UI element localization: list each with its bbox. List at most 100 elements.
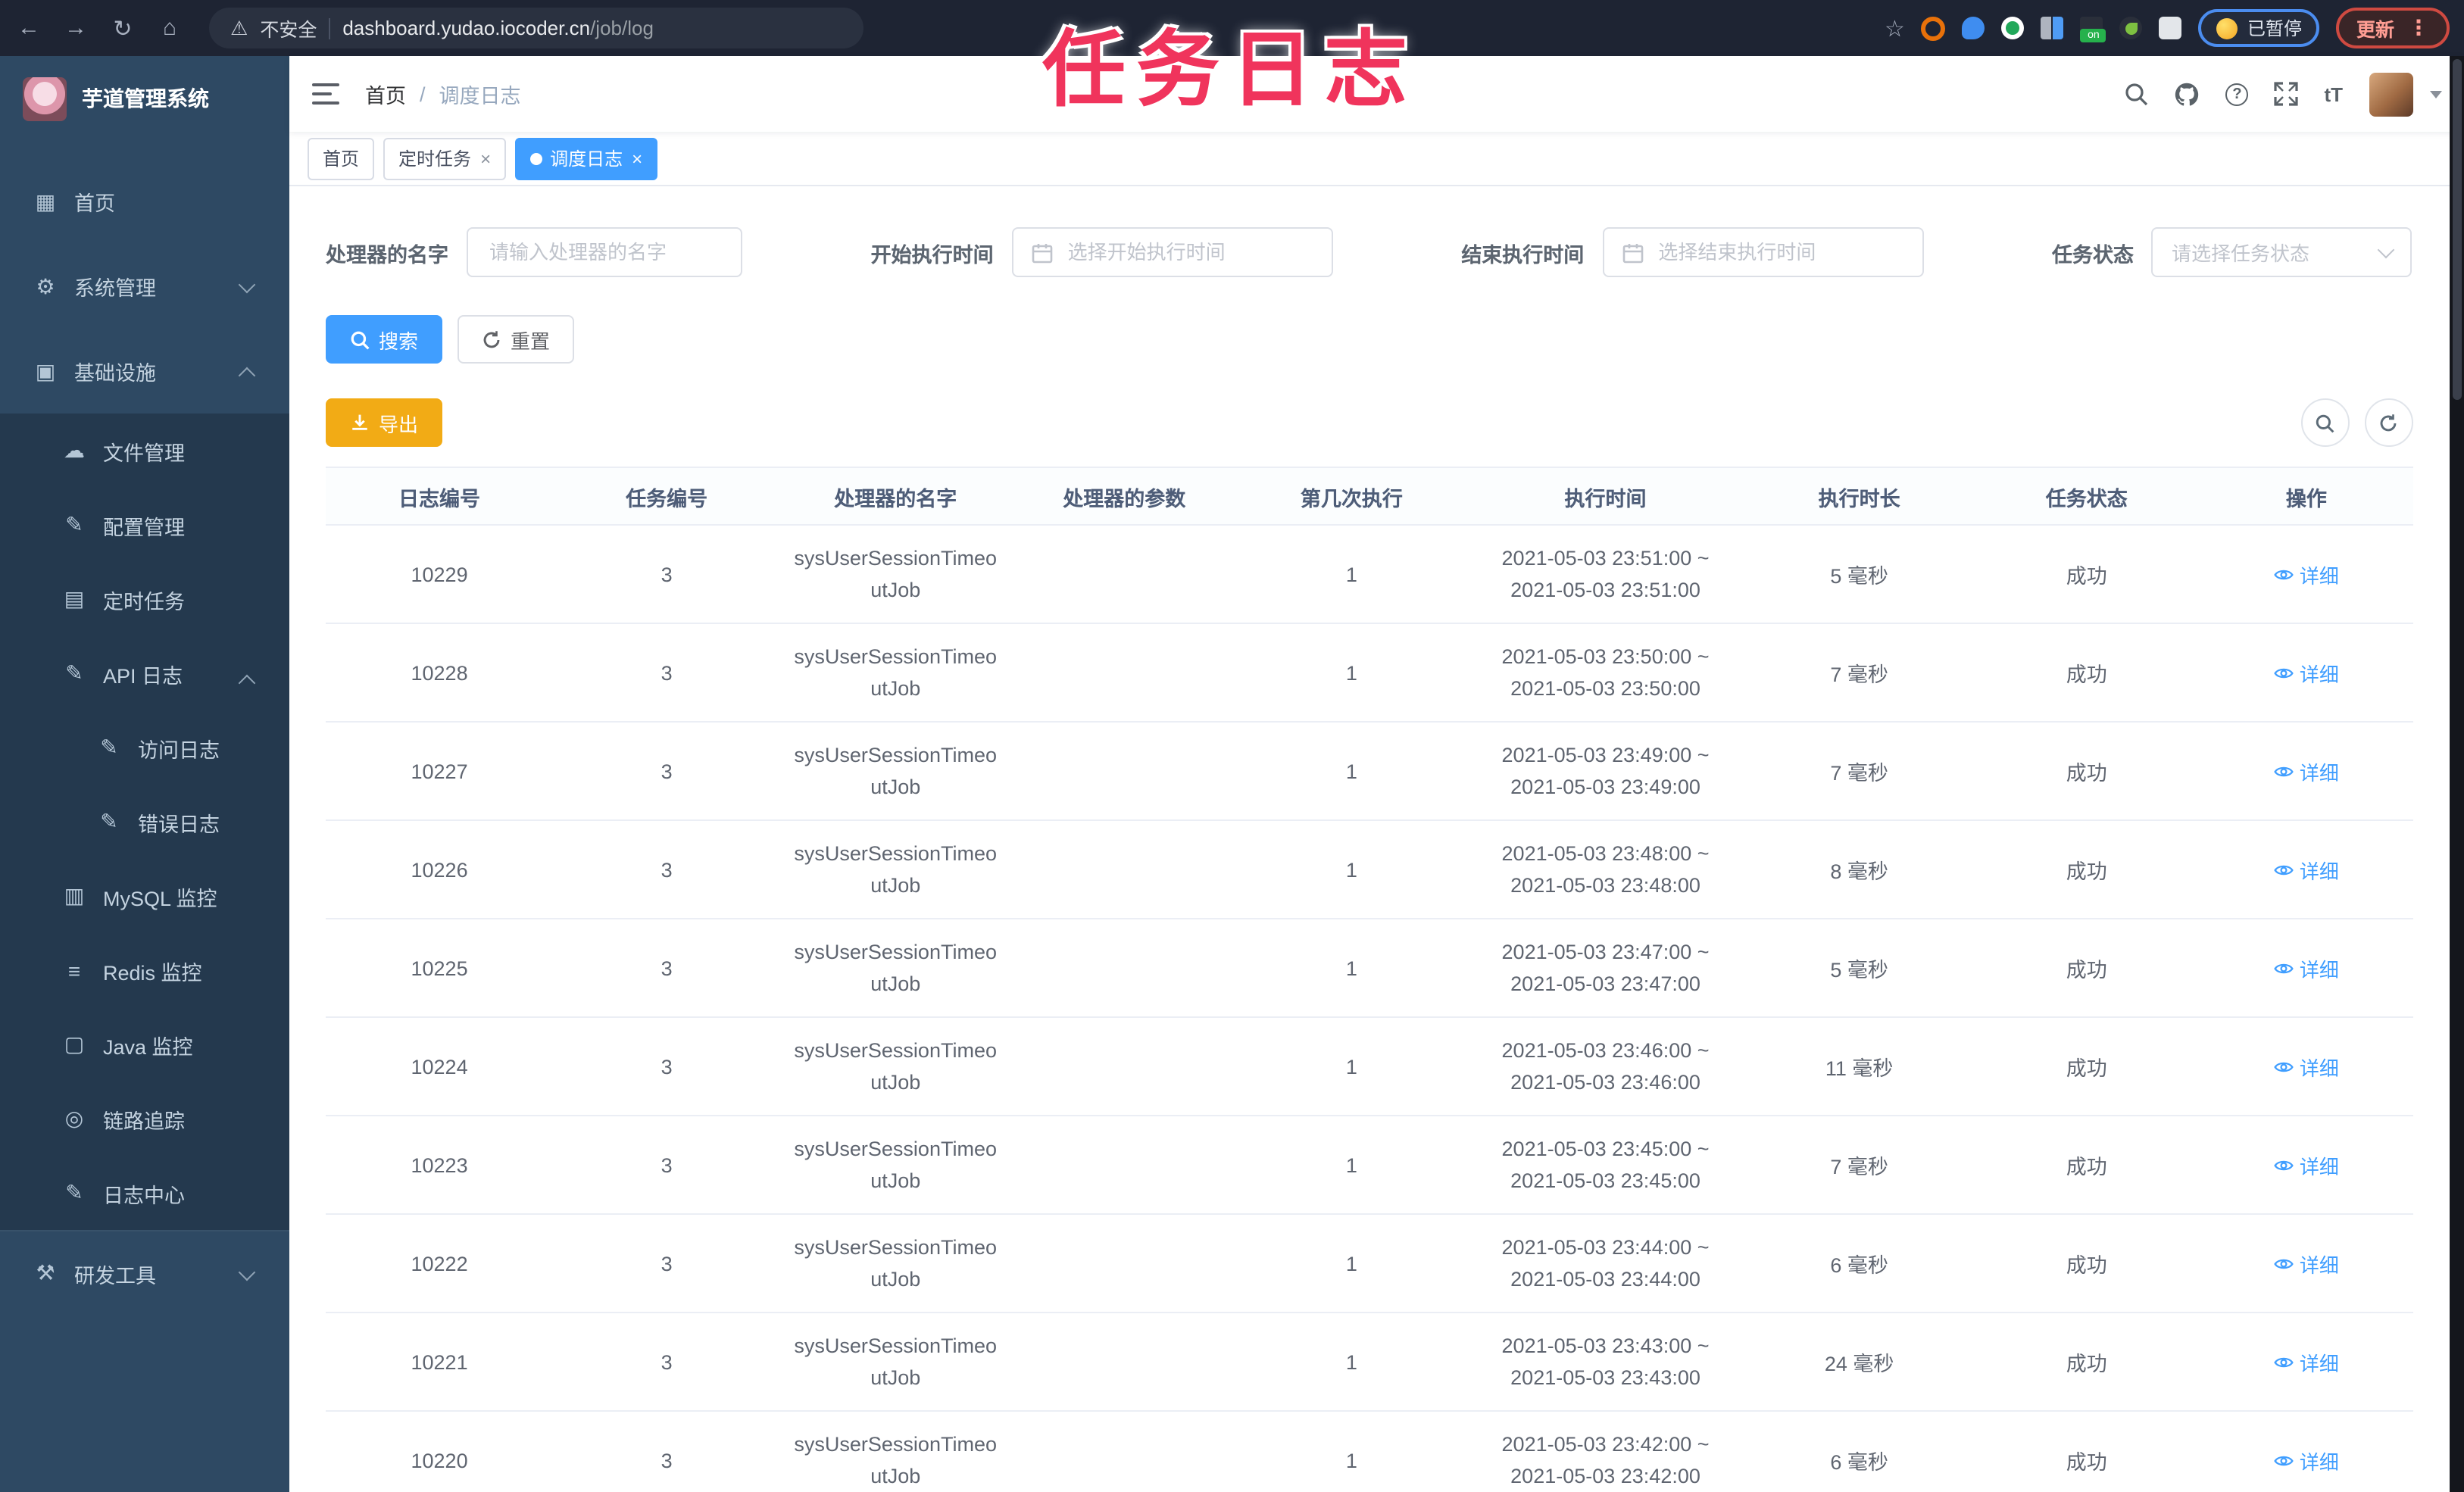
extension-leaf-icon[interactable] (2119, 17, 2143, 39)
detail-link[interactable]: 详细 (2274, 560, 2339, 588)
sidebar-item-错误日志[interactable]: ✎ 错误日志 (0, 785, 289, 859)
sidebar-item-链路追踪[interactable]: ◎ 链路追踪 (0, 1082, 289, 1156)
sidebar-item-研发工具[interactable]: ⚒ 研发工具 (0, 1230, 289, 1315)
log-id-cell: 10226 (326, 820, 554, 919)
address-bar[interactable]: ⚠ 不安全 dashboard.yudao.iocoder.cn/job/log (209, 8, 863, 48)
param-cell (1010, 1411, 1238, 1492)
reload-icon[interactable]: ↻ (109, 14, 136, 42)
extension-blue-icon[interactable] (1962, 17, 1985, 39)
search-button[interactable]: 搜索 (326, 315, 443, 364)
sidebar-item-系统管理[interactable]: ⚙ 系统管理 (0, 244, 289, 329)
show-search-button[interactable] (2300, 398, 2349, 447)
breadcrumb-home[interactable]: 首页 (365, 79, 406, 109)
sidebar-item-Java 监控[interactable]: ▢ Java 监控 (0, 1007, 289, 1082)
extension-orange-icon[interactable] (1921, 16, 1946, 40)
close-icon[interactable]: × (480, 148, 491, 169)
browser-actions: ☆ on 已暂停 更新 ⋮ (1885, 8, 2449, 48)
chevron-down-icon (238, 1263, 256, 1281)
status-select[interactable]: 请选择任务状态 (2151, 227, 2412, 277)
home-icon[interactable]: ⌂ (156, 15, 183, 41)
detail-link[interactable]: 详细 (2274, 1446, 2339, 1475)
sidebar-item-MySQL 监控[interactable]: ▥ MySQL 监控 (0, 859, 289, 933)
extensions-puzzle-icon[interactable] (2159, 17, 2182, 39)
table-row: 10228 3 sysUserSessionTimeoutJob 1 2021-05-0… (326, 623, 2412, 723)
sidebar-item-文件管理[interactable]: ☁ 文件管理 (0, 414, 289, 488)
forward-icon[interactable]: → (62, 15, 89, 41)
handler-cell: sysUserSessionTimeoutJob (780, 1214, 1011, 1313)
table-row: 10226 3 sysUserSessionTimeoutJob 1 2021-05-0… (326, 820, 2412, 919)
github-icon[interactable] (2174, 81, 2200, 107)
table-row: 10220 3 sysUserSessionTimeoutJob 1 2021-05-0… (326, 1411, 2412, 1492)
detail-link[interactable]: 详细 (2274, 1052, 2339, 1081)
search-icon[interactable] (2124, 82, 2148, 106)
font-size-icon[interactable]: tT (2324, 83, 2343, 105)
exec-index-cell: 1 (1238, 1214, 1466, 1313)
security-warning-label[interactable]: 不安全 (260, 14, 317, 42)
window-scrollbar[interactable] (2449, 56, 2464, 1492)
reset-button[interactable]: 重置 (458, 315, 575, 364)
exec-time-cell: 2021-05-03 23:42:00 ~2021-05-03 23:42:00 (1465, 1411, 1746, 1492)
back-icon[interactable]: ← (15, 15, 42, 41)
sidebar-item-API 日志[interactable]: ✎ API 日志 (0, 636, 289, 710)
eye-icon (2274, 1455, 2294, 1465)
export-button[interactable]: 导出 (326, 398, 443, 447)
sidebar-item-日志中心[interactable]: ✎ 日志中心 (0, 1156, 289, 1230)
detail-link[interactable]: 详细 (2274, 954, 2339, 982)
sidebar-item-配置管理[interactable]: ✎ 配置管理 (0, 488, 289, 562)
duration-cell: 5 毫秒 (1745, 525, 1973, 624)
tab-首页[interactable]: 首页 (308, 137, 375, 179)
exec-time-cell: 2021-05-03 23:50:00 ~2021-05-03 23:50:00 (1465, 623, 1746, 723)
action-cell: 详细 (2200, 722, 2412, 821)
avatar-caret-icon[interactable] (2429, 90, 2441, 98)
status-cell: 成功 (1972, 1116, 2200, 1215)
sidebar-item-定时任务[interactable]: ▤ 定时任务 (0, 562, 289, 636)
extension-green-check-icon[interactable] (2001, 17, 2025, 39)
config-manage-icon: ✎ (65, 512, 83, 536)
bookmark-star-icon[interactable]: ☆ (1885, 14, 1905, 42)
end-time-input[interactable] (1655, 239, 1904, 265)
sidebar-item-访问日志[interactable]: ✎ 访问日志 (0, 710, 289, 785)
browser-update-button[interactable]: 更新 ⋮ (2336, 8, 2449, 48)
exec-index-cell: 1 (1238, 820, 1466, 919)
job-id-cell: 3 (553, 1116, 781, 1215)
duration-cell: 7 毫秒 (1745, 722, 1973, 821)
handler-input[interactable] (486, 239, 723, 265)
extension-grid-icon[interactable] (2041, 17, 2064, 39)
sidebar-item-label: API 日志 (103, 664, 183, 687)
search-icon (2316, 414, 2334, 432)
log-id-cell: 10222 (326, 1214, 554, 1313)
browser-menu-icon[interactable]: ⋮ (2408, 15, 2429, 41)
schedule-job-icon: ▤ (64, 586, 85, 610)
detail-link[interactable]: 详细 (2274, 1347, 2339, 1376)
close-icon[interactable]: × (632, 148, 642, 169)
help-icon[interactable]: ? (2225, 83, 2249, 105)
profile-paused-badge[interactable]: 已暂停 (2198, 9, 2320, 47)
sidebar-item-label: Java 监控 (103, 1035, 193, 1058)
job-id-cell: 3 (553, 722, 781, 821)
duration-cell: 7 毫秒 (1745, 623, 1973, 723)
url-text[interactable]: dashboard.yudao.iocoder.cn/job/log (342, 17, 654, 39)
status-text: 成功 (2066, 663, 2107, 686)
navbar-actions: ? tT (2124, 72, 2441, 116)
detail-link[interactable]: 详细 (2274, 1249, 2339, 1278)
status-cell: 成功 (1972, 1411, 2200, 1492)
user-avatar[interactable] (2369, 72, 2412, 116)
extension-on-badge-icon[interactable]: on (2080, 17, 2106, 42)
hamburger-icon[interactable] (312, 83, 339, 105)
detail-link[interactable]: 详细 (2274, 1150, 2339, 1179)
sidebar-item-首页[interactable]: ▦ 首页 (0, 159, 289, 244)
action-cell: 详细 (2200, 1411, 2412, 1492)
sidebar-item-基础设施[interactable]: ▣ 基础设施 (0, 329, 289, 414)
detail-link[interactable]: 详细 (2274, 757, 2339, 785)
exec-index-cell: 1 (1238, 623, 1466, 723)
tab-调度日志[interactable]: 调度日志 × (515, 137, 658, 179)
scrollbar-thumb[interactable] (2452, 59, 2461, 400)
tab-定时任务[interactable]: 定时任务 × (383, 137, 507, 179)
fullscreen-icon[interactable] (2274, 82, 2299, 106)
refresh-table-button[interactable] (2364, 398, 2412, 447)
sidebar-item-Redis 监控[interactable]: ≡ Redis 监控 (0, 933, 289, 1007)
gear-icon: ⚙ (36, 273, 55, 298)
detail-link[interactable]: 详细 (2274, 658, 2339, 687)
start-time-input[interactable] (1064, 239, 1313, 265)
detail-link[interactable]: 详细 (2274, 855, 2339, 884)
